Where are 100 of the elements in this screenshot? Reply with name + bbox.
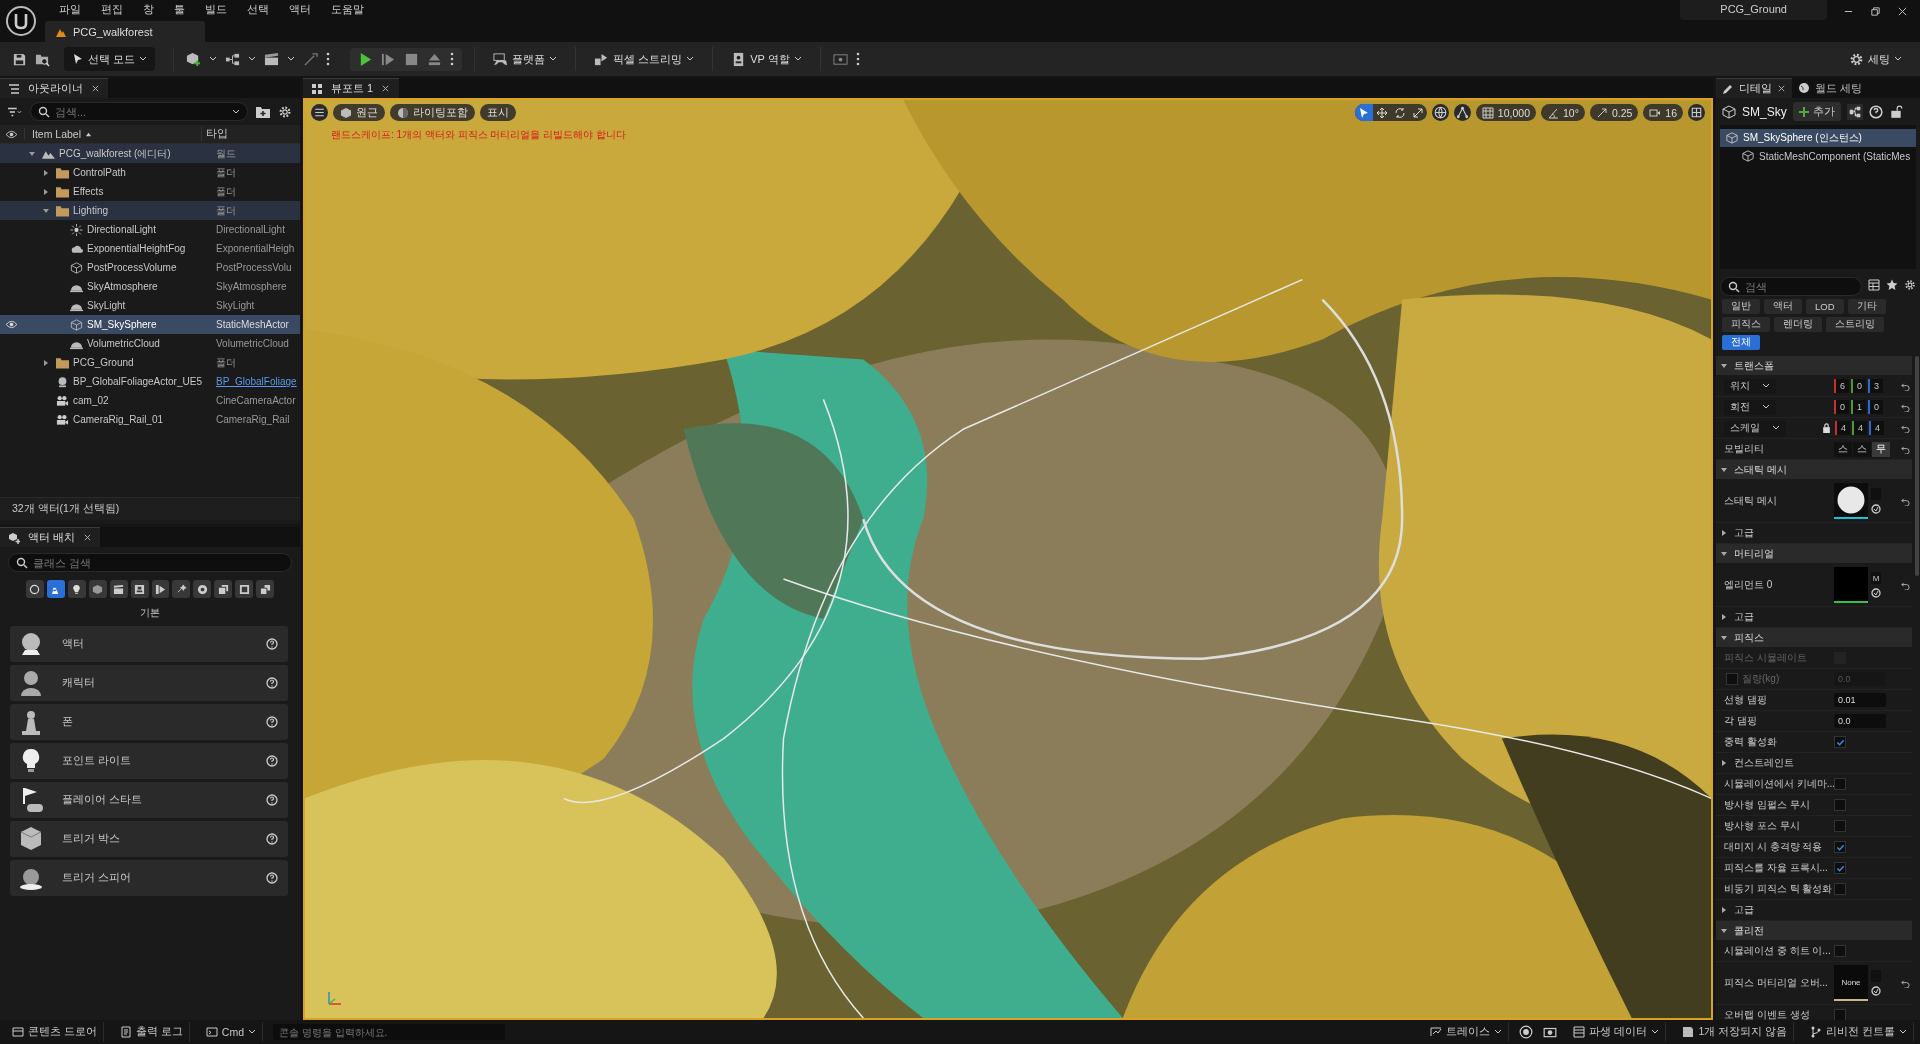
pixel-streaming-dropdown[interactable]: 픽셀 스트리밍 (588, 47, 701, 71)
trace-dropdown[interactable]: 트레이스 (1424, 1022, 1510, 1042)
mode-dropdown[interactable]: 선택 모드 (64, 47, 156, 71)
section-header[interactable]: 머티리얼 (1716, 544, 1912, 563)
vector-field[interactable]: 4 (1852, 421, 1867, 435)
clapperboard-icon[interactable] (264, 51, 280, 67)
close-icon[interactable] (1897, 6, 1908, 17)
outliner-row[interactable]: BP_GlobalFoliageActor_UE5 BP_GlobalFoliage (0, 372, 300, 391)
more-icon[interactable] (450, 52, 455, 66)
extra-category-button[interactable] (256, 580, 275, 598)
component-row[interactable]: SM_SkySphere (인스턴스) (1720, 129, 1916, 147)
reset-icon[interactable] (1901, 580, 1910, 590)
vector-field[interactable]: 0 (1868, 400, 1883, 414)
outliner-row[interactable]: Effects 폴더 (0, 182, 300, 201)
layout-category-button[interactable] (235, 580, 254, 598)
vector-field[interactable]: 4 (1835, 421, 1850, 435)
menu-item[interactable]: 파일 (49, 1, 91, 17)
search-field[interactable]: 검색 (1720, 277, 1862, 296)
actor-item[interactable]: 트리거 박스 (10, 821, 288, 857)
reset-icon[interactable] (1901, 423, 1910, 433)
mobility-option[interactable]: 무 (1872, 441, 1890, 457)
help-icon[interactable] (266, 872, 278, 884)
group-header[interactable]: 컨스트레인트 (1716, 756, 1794, 770)
section-header[interactable]: 트랜스폼 (1716, 356, 1912, 375)
output-log-button[interactable]: 출력 로그 (113, 1022, 190, 1042)
restore-icon[interactable] (1870, 6, 1881, 17)
eye-icon[interactable] (5, 320, 18, 329)
group-header[interactable]: 고급 (1716, 903, 1754, 917)
view-mode-button[interactable]: 원근 (333, 104, 385, 121)
browse-icon[interactable] (1871, 504, 1881, 514)
vector-field[interactable]: 0 (1834, 400, 1849, 414)
filter-chip[interactable]: 액터 (1764, 299, 1802, 314)
section-header[interactable]: 콜리전 (1716, 921, 1912, 940)
hierarchy-icon[interactable] (1846, 103, 1863, 120)
outliner-row[interactable]: SkyAtmosphere SkyAtmosphere (0, 277, 300, 296)
vector-field[interactable]: 4 (1869, 421, 1884, 435)
globe-icon[interactable] (1431, 104, 1449, 121)
outliner-row[interactable]: ExponentialHeightFog ExponentialHeigh (0, 239, 300, 258)
help-icon[interactable] (266, 677, 278, 689)
details-tab[interactable]: 디테일 (1716, 78, 1792, 98)
filter-chip[interactable]: 기타 (1847, 299, 1886, 314)
blueprint-icon[interactable] (225, 51, 241, 67)
transform-dropdown[interactable]: 위치 (1724, 378, 1776, 394)
vp-role-dropdown[interactable]: VP 역할 (725, 47, 808, 71)
checkbox[interactable] (1834, 1009, 1846, 1020)
vector-field[interactable]: 1 (1851, 400, 1866, 414)
caret-icon[interactable] (209, 55, 218, 63)
vector-field[interactable]: 3 (1868, 379, 1883, 393)
filter-chip[interactable]: LOD (1806, 299, 1844, 314)
outliner-row[interactable]: DirectionalLight DirectionalLight (0, 220, 300, 239)
reset-icon[interactable] (1901, 381, 1910, 391)
browse-icon[interactable] (1871, 588, 1881, 598)
stop-icon[interactable] (404, 51, 420, 67)
number-field[interactable]: 0.01 (1834, 693, 1886, 707)
record-icon[interactable] (1519, 1025, 1534, 1039)
checkbox[interactable] (1834, 820, 1846, 832)
revision-control-dropdown[interactable]: 리비전 컨트롤 (1804, 1022, 1914, 1042)
class-search-field[interactable]: 클래스 검색 (8, 553, 292, 572)
more-icon[interactable] (326, 52, 331, 66)
vector-field[interactable]: 6 (1834, 379, 1849, 393)
rotation-snap-button[interactable]: 10° (1541, 104, 1585, 121)
menu-item[interactable]: 툴 (164, 1, 195, 17)
section-header[interactable]: 피직스 (1716, 628, 1912, 647)
caret-icon[interactable] (232, 107, 240, 116)
unsaved-button[interactable]: 1개 저장되지 않음 (1676, 1022, 1795, 1042)
group-header[interactable]: 고급 (1716, 610, 1754, 624)
help-icon[interactable] (266, 755, 278, 767)
scale-snap-button[interactable]: 0.25 (1589, 104, 1639, 121)
outliner-row[interactable]: PCG_Ground 폴더 (0, 353, 300, 372)
play-icon[interactable] (358, 51, 374, 67)
section-header[interactable]: 스태틱 메시 (1716, 460, 1912, 479)
add-folder-icon[interactable] (256, 104, 270, 119)
geometry-category-button[interactable] (214, 580, 233, 598)
filter-chip[interactable]: 일반 (1722, 299, 1760, 314)
browse-icon[interactable] (1871, 986, 1881, 996)
caret-icon[interactable] (287, 55, 296, 63)
mobility-option[interactable]: 스 (1853, 441, 1871, 457)
console-input[interactable]: 콘솔 명령을 입력하세요. (273, 1024, 505, 1040)
settings-icon[interactable] (1904, 279, 1916, 291)
column-header[interactable]: 타입 (201, 127, 300, 141)
filter-chip[interactable]: 전체 (1722, 335, 1760, 350)
actor-item[interactable]: 포인트 라이트 (10, 743, 288, 779)
help-icon[interactable] (266, 638, 278, 650)
cmd-dropdown[interactable]: Cmd (199, 1022, 263, 1042)
checkbox[interactable] (1834, 736, 1846, 748)
menu-item[interactable]: 창 (133, 1, 164, 17)
screenshot-icon[interactable] (1543, 1025, 1558, 1039)
settings-icon[interactable] (278, 104, 292, 119)
table-icon[interactable] (1868, 279, 1880, 291)
derived-data-dropdown[interactable]: 파생 데이터 (1567, 1022, 1667, 1042)
unlock-icon[interactable] (1888, 104, 1903, 119)
menu-item[interactable]: 액터 (279, 1, 321, 17)
eye-icon[interactable] (5, 129, 18, 139)
menu-icon[interactable] (311, 104, 328, 121)
help-icon[interactable] (266, 794, 278, 806)
reset-icon[interactable] (1901, 496, 1910, 506)
outliner-row[interactable]: ControlPath 폴더 (0, 163, 300, 182)
add-component-button[interactable]: 추가 (1792, 102, 1841, 121)
lock-icon[interactable] (1822, 423, 1831, 433)
help-icon[interactable] (266, 716, 278, 728)
